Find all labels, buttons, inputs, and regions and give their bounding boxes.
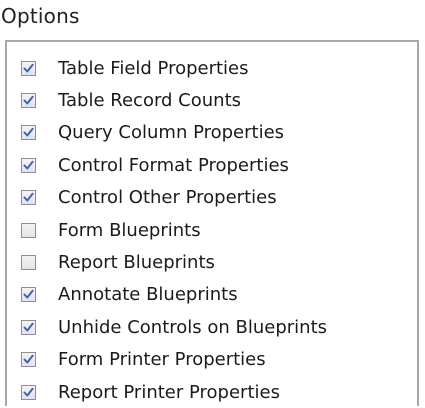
checkmark-icon bbox=[23, 387, 34, 397]
option-control-format-properties[interactable]: Control Format Properties bbox=[21, 149, 327, 181]
option-checkbox[interactable] bbox=[21, 287, 36, 303]
option-label: Query Column Properties bbox=[58, 122, 285, 144]
option-label: Report Blueprints bbox=[58, 252, 215, 274]
checkmark-icon bbox=[23, 290, 34, 299]
option-checkbox[interactable] bbox=[21, 384, 36, 400]
option-checkbox[interactable] bbox=[21, 93, 36, 109]
option-table-record-counts[interactable]: Table Record Counts bbox=[21, 84, 327, 116]
checkmark-icon bbox=[23, 63, 34, 73]
option-checkbox[interactable] bbox=[21, 255, 36, 271]
option-form-printer-properties[interactable]: Form Printer Properties bbox=[21, 344, 327, 376]
option-checkbox[interactable] bbox=[21, 190, 36, 206]
option-checkbox[interactable] bbox=[21, 60, 36, 76]
option-query-column-properties[interactable]: Query Column Properties bbox=[21, 117, 327, 149]
checkmark-icon bbox=[23, 322, 34, 332]
option-checkbox[interactable] bbox=[21, 319, 36, 335]
checkmark-icon bbox=[23, 193, 34, 202]
option-table-field-properties[interactable]: Table Field Properties bbox=[21, 52, 327, 84]
option-label: Table Record Counts bbox=[58, 90, 242, 112]
option-label: Unhide Controls on Blueprints bbox=[58, 316, 328, 338]
option-form-blueprints[interactable]: Form Blueprints bbox=[21, 214, 327, 246]
option-checkbox[interactable] bbox=[21, 222, 36, 238]
option-checkbox[interactable] bbox=[21, 157, 36, 173]
option-checkbox[interactable] bbox=[21, 125, 36, 141]
option-checkbox[interactable] bbox=[21, 352, 36, 368]
option-label: Control Other Properties bbox=[58, 187, 277, 209]
options-title: Options bbox=[1, 4, 80, 28]
option-label: Table Field Properties bbox=[58, 57, 249, 79]
option-report-blueprints[interactable]: Report Blueprints bbox=[21, 246, 327, 278]
option-unhide-controls-on-blueprints[interactable]: Unhide Controls on Blueprints bbox=[21, 311, 327, 343]
option-label: Control Format Properties bbox=[58, 154, 289, 176]
option-label: Form Printer Properties bbox=[58, 349, 266, 371]
option-label: Report Printer Properties bbox=[58, 381, 280, 403]
options-list: Table Field Properties Table Record Count… bbox=[21, 52, 327, 408]
checkmark-icon bbox=[23, 355, 34, 364]
checkmark-icon bbox=[23, 128, 34, 137]
options-panel: Table Field Properties Table Record Count… bbox=[5, 40, 419, 406]
checkmark-icon bbox=[23, 160, 34, 170]
checkmark-icon bbox=[23, 95, 34, 105]
option-control-other-properties[interactable]: Control Other Properties bbox=[21, 182, 327, 214]
option-label: Annotate Blueprints bbox=[58, 284, 238, 306]
option-annotate-blueprints[interactable]: Annotate Blueprints bbox=[21, 279, 327, 311]
option-report-printer-properties[interactable]: Report Printer Properties bbox=[21, 376, 327, 408]
option-label: Form Blueprints bbox=[58, 219, 201, 241]
